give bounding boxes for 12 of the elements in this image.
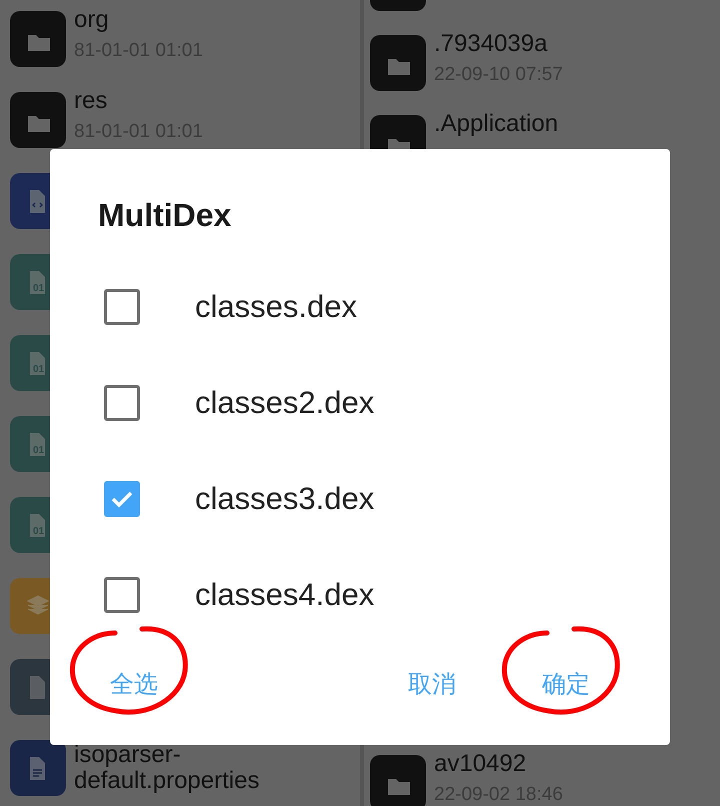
checkbox-label[interactable]: classes4.dex bbox=[195, 572, 374, 618]
checkbox-label[interactable]: classes.dex bbox=[195, 284, 357, 330]
file-name: .Application bbox=[434, 111, 558, 137]
file-name: isoparser- bbox=[74, 742, 181, 768]
file-name: res bbox=[74, 88, 108, 114]
file-name: .7934039a bbox=[434, 31, 548, 57]
checkbox-label[interactable]: classes3.dex bbox=[195, 476, 374, 522]
file-name: av10492 bbox=[434, 751, 526, 777]
dialog-title: MultiDex bbox=[98, 197, 232, 233]
file-name: org bbox=[74, 7, 109, 33]
checkbox-label[interactable]: classes2.dex bbox=[195, 380, 374, 426]
file-name: default.properties bbox=[74, 768, 260, 794]
